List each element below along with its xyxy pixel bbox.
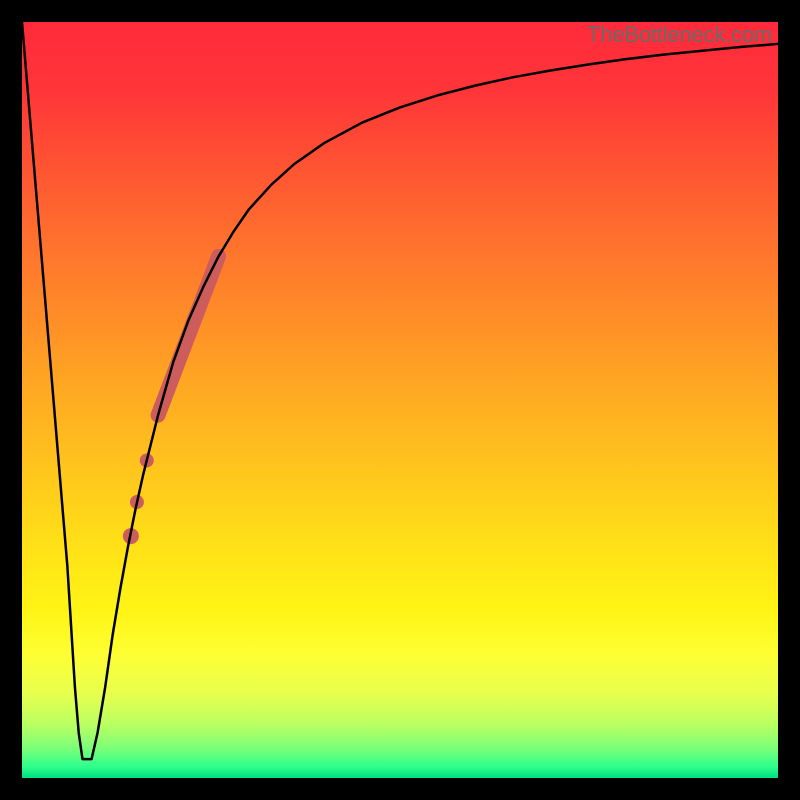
watermark-text: TheBottleneck.com: [587, 22, 772, 48]
plot-area: TheBottleneck.com: [22, 22, 778, 778]
highlight-band: [158, 256, 218, 415]
curve-layer: [22, 22, 778, 778]
bottleneck-curve: [22, 22, 778, 759]
chart-frame: TheBottleneck.com: [0, 0, 800, 800]
